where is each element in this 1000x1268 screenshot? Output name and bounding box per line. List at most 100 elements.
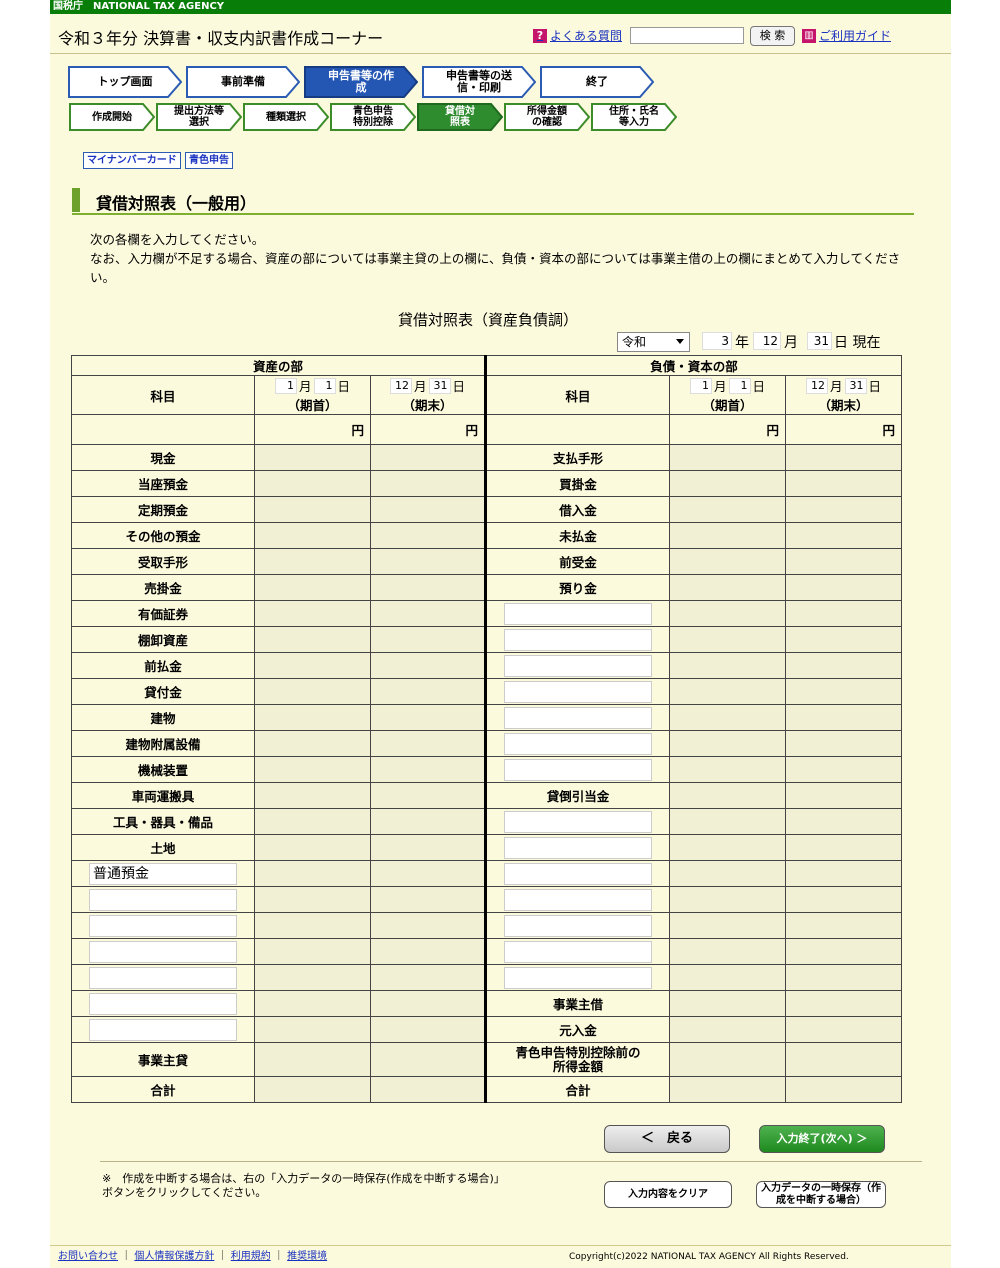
amount-input[interactable] bbox=[785, 1076, 903, 1103]
amount-input[interactable] bbox=[669, 990, 787, 1017]
amount-input[interactable] bbox=[669, 522, 787, 549]
custom-item-input[interactable] bbox=[504, 810, 653, 833]
amount-input[interactable] bbox=[785, 522, 903, 549]
amount-input[interactable] bbox=[254, 912, 371, 939]
custom-item-input[interactable] bbox=[504, 628, 653, 651]
amount-input[interactable] bbox=[669, 600, 787, 627]
amount-input[interactable] bbox=[369, 782, 488, 809]
amount-input[interactable] bbox=[369, 522, 488, 549]
amount-input[interactable] bbox=[669, 548, 787, 575]
amount-input[interactable] bbox=[254, 756, 371, 783]
amount-input[interactable] bbox=[785, 626, 903, 653]
amount-input[interactable] bbox=[785, 678, 903, 705]
month-input[interactable]: 12 bbox=[753, 332, 781, 350]
footer-link-contact[interactable]: お問い合わせ bbox=[58, 1251, 118, 1262]
amount-input[interactable] bbox=[254, 1076, 371, 1103]
amount-input[interactable] bbox=[369, 990, 488, 1017]
amount-input[interactable] bbox=[254, 1042, 371, 1077]
amount-input[interactable] bbox=[254, 860, 371, 887]
back-button[interactable]: ＜ 戻る bbox=[604, 1125, 730, 1153]
start-month-input[interactable]: 1 bbox=[690, 377, 713, 394]
amount-input[interactable] bbox=[785, 574, 903, 601]
clear-button[interactable]: 入力内容をクリア bbox=[604, 1181, 732, 1208]
amount-input[interactable] bbox=[669, 652, 787, 679]
amount-input[interactable] bbox=[785, 1042, 903, 1077]
custom-item-input[interactable] bbox=[89, 966, 237, 989]
amount-input[interactable] bbox=[254, 1016, 371, 1043]
amount-input[interactable] bbox=[785, 938, 903, 965]
custom-item-input[interactable] bbox=[89, 914, 237, 937]
amount-input[interactable] bbox=[669, 1076, 787, 1103]
amount-input[interactable] bbox=[369, 1016, 488, 1043]
start-day-input[interactable]: 1 bbox=[728, 377, 751, 394]
custom-item-input[interactable] bbox=[504, 680, 653, 703]
amount-input[interactable] bbox=[254, 574, 371, 601]
custom-item-input[interactable] bbox=[504, 732, 653, 755]
amount-input[interactable] bbox=[785, 782, 903, 809]
amount-input[interactable] bbox=[669, 938, 787, 965]
end-month-input[interactable]: 12 bbox=[806, 377, 829, 394]
amount-input[interactable] bbox=[369, 808, 488, 835]
amount-input[interactable] bbox=[669, 964, 787, 991]
amount-input[interactable] bbox=[254, 522, 371, 549]
amount-input[interactable] bbox=[369, 652, 488, 679]
amount-input[interactable] bbox=[369, 886, 488, 913]
footer-link-privacy[interactable]: 個人情報保護方針 bbox=[134, 1251, 214, 1262]
custom-item-input[interactable] bbox=[504, 758, 653, 781]
amount-input[interactable] bbox=[369, 548, 488, 575]
amount-input[interactable] bbox=[669, 444, 787, 471]
amount-input[interactable] bbox=[785, 860, 903, 887]
custom-item-input[interactable] bbox=[89, 940, 237, 963]
footer-link-terms[interactable]: 利用規約 bbox=[231, 1251, 271, 1262]
amount-input[interactable] bbox=[369, 912, 488, 939]
amount-input[interactable] bbox=[669, 912, 787, 939]
search-button[interactable]: 検 索 bbox=[750, 26, 795, 46]
year-input[interactable]: 3 bbox=[702, 332, 732, 350]
amount-input[interactable] bbox=[369, 756, 488, 783]
amount-input[interactable] bbox=[369, 678, 488, 705]
amount-input[interactable] bbox=[369, 470, 488, 497]
amount-input[interactable] bbox=[254, 600, 371, 627]
amount-input[interactable] bbox=[669, 496, 787, 523]
amount-input[interactable] bbox=[785, 886, 903, 913]
custom-item-input[interactable] bbox=[504, 654, 653, 677]
amount-input[interactable] bbox=[785, 470, 903, 497]
custom-item-input[interactable] bbox=[504, 602, 653, 625]
amount-input[interactable] bbox=[254, 834, 371, 861]
amount-input[interactable] bbox=[369, 860, 488, 887]
amount-input[interactable] bbox=[785, 652, 903, 679]
amount-input[interactable] bbox=[369, 496, 488, 523]
faq-link[interactable]: ? よくある質問 bbox=[533, 27, 622, 44]
amount-input[interactable] bbox=[669, 834, 787, 861]
amount-input[interactable] bbox=[785, 730, 903, 757]
start-day-input[interactable]: 1 bbox=[313, 377, 336, 394]
custom-item-input[interactable] bbox=[89, 992, 237, 1015]
amount-input[interactable] bbox=[254, 938, 371, 965]
end-day-input[interactable]: 31 bbox=[428, 377, 451, 394]
amount-input[interactable] bbox=[369, 444, 488, 471]
amount-input[interactable] bbox=[669, 704, 787, 731]
amount-input[interactable] bbox=[785, 808, 903, 835]
amount-input[interactable] bbox=[369, 730, 488, 757]
search-input[interactable] bbox=[630, 27, 744, 44]
amount-input[interactable] bbox=[254, 626, 371, 653]
amount-input[interactable] bbox=[669, 626, 787, 653]
save-button[interactable]: 入力データの一時保存（作成を中断する場合） bbox=[756, 1181, 886, 1208]
amount-input[interactable] bbox=[254, 886, 371, 913]
guide-link[interactable]: ▥ ご利用ガイド bbox=[802, 27, 891, 44]
amount-input[interactable] bbox=[785, 964, 903, 991]
amount-input[interactable] bbox=[669, 886, 787, 913]
amount-input[interactable] bbox=[369, 574, 488, 601]
amount-input[interactable] bbox=[254, 964, 371, 991]
custom-item-input[interactable] bbox=[504, 706, 653, 729]
amount-input[interactable] bbox=[669, 574, 787, 601]
custom-item-input[interactable] bbox=[504, 888, 653, 911]
amount-input[interactable] bbox=[369, 600, 488, 627]
amount-input[interactable] bbox=[254, 808, 371, 835]
amount-input[interactable] bbox=[785, 704, 903, 731]
amount-input[interactable] bbox=[669, 808, 787, 835]
amount-input[interactable] bbox=[369, 626, 488, 653]
custom-item-input[interactable] bbox=[504, 862, 653, 885]
start-month-input[interactable]: 1 bbox=[274, 377, 297, 394]
custom-item-input[interactable] bbox=[89, 888, 237, 911]
